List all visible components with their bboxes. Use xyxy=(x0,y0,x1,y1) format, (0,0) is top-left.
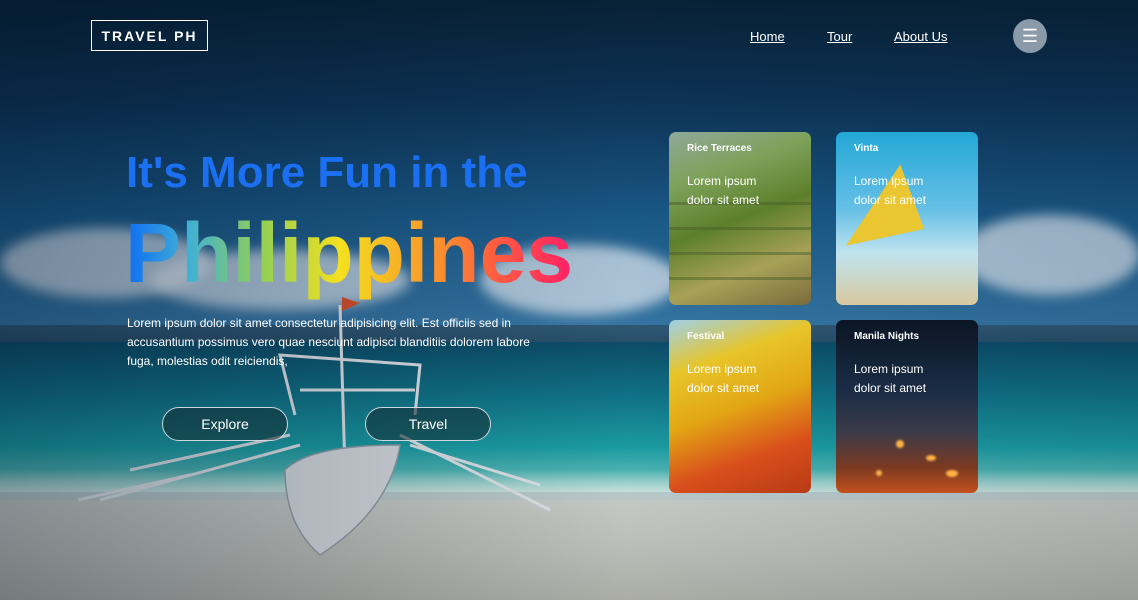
card-title: Vinta xyxy=(854,143,879,154)
hamburger-icon: ☰ xyxy=(1021,25,1039,46)
city-light xyxy=(876,470,882,476)
card-title: Rice Terraces xyxy=(687,143,752,154)
nav-tour-link[interactable]: Tour xyxy=(827,29,852,44)
nav-home-link[interactable]: Home xyxy=(750,29,785,44)
logo-text: TRAVEL PH xyxy=(101,27,198,44)
terrace-line xyxy=(669,227,811,230)
nav-about-link[interactable]: About Us xyxy=(894,29,947,44)
hero-subtitle: It's More Fun in the xyxy=(126,148,528,197)
card-text: Lorem ipsum dolor sit amet xyxy=(687,174,760,207)
logo[interactable]: TRAVEL PH xyxy=(91,20,208,51)
terrace-line xyxy=(669,277,811,280)
card-text: Lorem ipsum dolor sit amet xyxy=(854,174,927,207)
city-light xyxy=(926,455,936,461)
card-title: Festival xyxy=(687,331,725,342)
card-text: Lorem ipsum dolor sit amet xyxy=(687,362,760,395)
card-rice-terraces[interactable]: Rice Terraces Lorem ipsum dolor sit amet xyxy=(669,132,811,305)
card-title: Manila Nights xyxy=(854,331,920,342)
terrace-line xyxy=(669,252,811,255)
hero-title: Philippines xyxy=(125,206,574,300)
card-text: Lorem ipsum dolor sit amet xyxy=(854,362,927,395)
menu-button[interactable]: ☰ xyxy=(1013,19,1047,53)
hero-description: Lorem ipsum dolor sit amet consectetur a… xyxy=(127,316,530,368)
city-light xyxy=(896,440,904,448)
card-manila-nights[interactable]: Manila Nights Lorem ipsum dolor sit amet xyxy=(836,320,978,493)
card-vinta[interactable]: Vinta Lorem ipsum dolor sit amet xyxy=(836,132,978,305)
city-light xyxy=(946,470,958,477)
travel-button[interactable]: Travel xyxy=(365,407,491,441)
card-festival[interactable]: Festival Lorem ipsum dolor sit amet xyxy=(669,320,811,493)
explore-button[interactable]: Explore xyxy=(162,407,288,441)
